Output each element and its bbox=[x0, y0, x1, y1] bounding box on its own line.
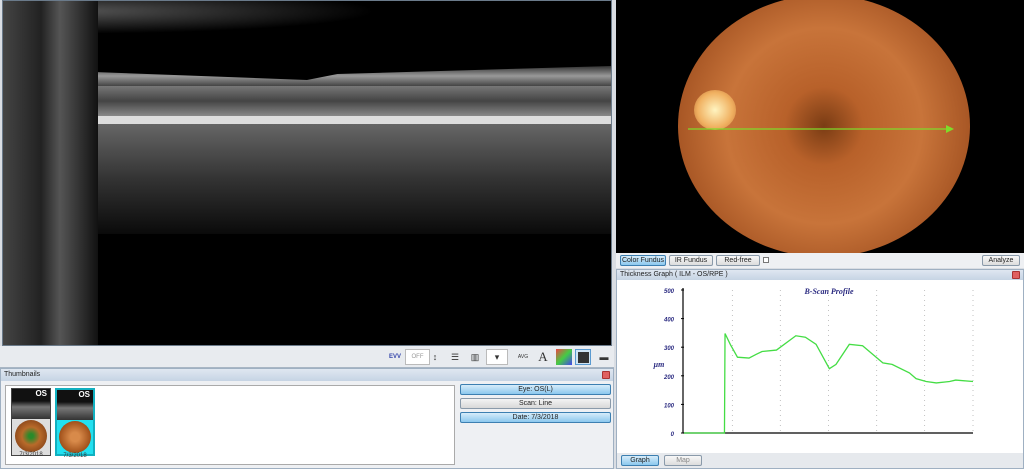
minimize-icon[interactable]: ▬ bbox=[596, 349, 612, 365]
thickness-graph-panel: Thickness Graph ( ILM - OS/RPE ) B-Scan … bbox=[616, 269, 1024, 469]
thumbnails-title: Thumbnails bbox=[4, 371, 41, 378]
grayscale-icon[interactable] bbox=[575, 349, 591, 365]
y-tick-label: 100 bbox=[664, 403, 675, 409]
text-icon-glyph: A bbox=[538, 349, 548, 364]
y-tick-label: 500 bbox=[664, 289, 675, 295]
thumbnails-header: Thumbnails bbox=[1, 369, 613, 381]
compare-icon[interactable]: ▥ bbox=[467, 349, 483, 365]
thumbnails-panel: Thumbnails OS 7/3/2018 OS 7/3/2018 Eye: … bbox=[0, 368, 614, 469]
graph-tabs: Graph Map bbox=[617, 453, 1023, 468]
eye-button[interactable]: Eye: OS(L) bbox=[460, 384, 611, 395]
layers-icon[interactable]: ☰ bbox=[447, 349, 463, 365]
thumbnail-item-selected[interactable]: OS 7/3/2018 bbox=[55, 388, 95, 459]
color-map-icon[interactable] bbox=[556, 349, 572, 365]
graph-header: Thickness Graph ( ILM - OS/RPE ) bbox=[617, 270, 1023, 280]
y-axis-label: μm bbox=[653, 360, 665, 369]
scan-line-overlay bbox=[688, 125, 954, 133]
thickness-line bbox=[684, 333, 974, 434]
scan-button[interactable]: Scan: Line bbox=[460, 398, 611, 409]
y-tick-label: 200 bbox=[663, 375, 675, 381]
thickness-chart: B-Scan Profile μm 0 100 200 300 400 500 bbox=[653, 287, 974, 438]
y-tick-label: 0 bbox=[671, 432, 675, 438]
thumbnail-item[interactable]: OS 7/3/2018 bbox=[11, 388, 51, 458]
scan-arrow-icon bbox=[946, 125, 954, 133]
y-tick-label: 400 bbox=[663, 318, 675, 324]
thumbnail-eye: OS bbox=[12, 389, 50, 419]
graph-title: Thickness Graph ( ILM - OS/RPE ) bbox=[620, 271, 728, 278]
evv-icon[interactable]: EVV bbox=[387, 349, 403, 365]
thumbnail-list: OS 7/3/2018 OS 7/3/2018 bbox=[5, 385, 455, 465]
red-free-button[interactable]: Red-free bbox=[716, 255, 760, 266]
fundus-image[interactable] bbox=[616, 0, 1024, 253]
grid-dropdown[interactable]: ▾ bbox=[486, 349, 508, 365]
fundus-thumbnail-icon bbox=[59, 421, 91, 453]
off-value: OFF bbox=[411, 354, 424, 360]
checkbox[interactable] bbox=[763, 257, 769, 263]
fundus-thumbnail-icon bbox=[15, 420, 47, 452]
tab-graph[interactable]: Graph bbox=[621, 455, 659, 466]
oct-bscan-image[interactable] bbox=[2, 0, 612, 346]
ir-fundus-button[interactable]: IR Fundus bbox=[669, 255, 713, 266]
chart-title: B-Scan Profile bbox=[803, 287, 854, 296]
close-icon[interactable] bbox=[1012, 271, 1020, 279]
analyze-button[interactable]: Analyze bbox=[982, 255, 1020, 266]
off-field[interactable]: OFF bbox=[405, 349, 430, 365]
close-icon[interactable] bbox=[602, 371, 610, 379]
tab-map[interactable]: Map bbox=[664, 455, 702, 466]
image-toolbar: EVV OFF ↕ ☰ ▥ ▾ AVG A ▬ bbox=[0, 346, 614, 368]
thumbnail-eye: OS bbox=[57, 390, 93, 420]
thumbnail-date: 7/3/2018 bbox=[19, 452, 43, 458]
thumbnail-date: 7/3/2018 bbox=[63, 453, 87, 459]
color-fundus-button[interactable]: Color Fundus bbox=[620, 255, 666, 266]
avg-icon[interactable]: AVG bbox=[515, 349, 531, 365]
spinner-icon[interactable]: ↕ bbox=[431, 349, 439, 365]
fundus-toolbar: Color Fundus IR Fundus Red-free Analyze bbox=[616, 253, 1024, 268]
text-icon[interactable]: A bbox=[535, 349, 551, 365]
avg-label: AVG bbox=[517, 354, 529, 360]
evv-label: EVV bbox=[388, 354, 401, 360]
y-tick-label: 300 bbox=[664, 346, 675, 352]
date-button[interactable]: Date: 7/3/2018 bbox=[460, 412, 611, 423]
